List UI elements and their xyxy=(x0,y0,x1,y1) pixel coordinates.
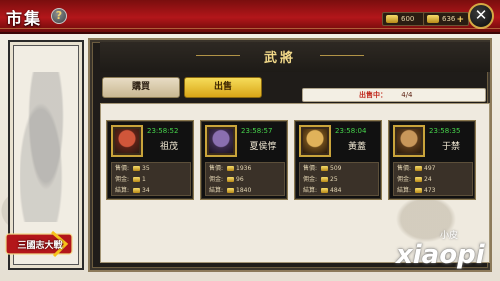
gold-icon xyxy=(386,15,398,23)
commission-label: 佣金: xyxy=(303,176,318,183)
top-bar: 市集 ? 600 636 + ✕ xyxy=(0,0,500,34)
general-card[interactable]: 23:58:57 夏侯惇 售價: 1936 佣金: 96 結算: 1840 xyxy=(200,120,288,200)
gold-icon xyxy=(133,188,140,193)
add-currency-icon[interactable]: + xyxy=(456,14,464,26)
gold-amount: 600 xyxy=(401,15,415,23)
game-logo: 三國志大戰 xyxy=(4,230,76,258)
gold-icon xyxy=(415,177,422,182)
price-label: 售價: xyxy=(209,165,224,172)
gold-icon xyxy=(415,188,422,193)
general-card[interactable]: 23:58:35 于禁 售價: 497 佣金: 24 結算: 473 xyxy=(388,120,476,200)
gold-icon xyxy=(321,188,328,193)
gold-icon xyxy=(133,177,140,182)
ingot-icon xyxy=(427,15,439,23)
commission-value: 96 xyxy=(236,176,244,183)
general-name: 夏侯惇 xyxy=(249,142,277,152)
tab-buy[interactable]: 購買 xyxy=(102,77,180,98)
close-button[interactable]: ✕ xyxy=(468,3,494,29)
earnings-value: 34 xyxy=(142,187,150,194)
price-value: 1936 xyxy=(236,165,252,172)
price-value: 35 xyxy=(142,165,150,172)
tab-selling[interactable]: 出售 xyxy=(184,77,262,98)
price-value: 497 xyxy=(424,165,436,172)
general-timer: 23:58:52 xyxy=(147,127,179,135)
general-stats: 售價: 35 佣金: 1 結算: 34 xyxy=(111,162,191,196)
selling-count-label: 出售中： xyxy=(359,91,387,99)
commission-value: 25 xyxy=(330,176,338,183)
price-label: 售價: xyxy=(115,165,130,172)
ingot-currency: 636 + xyxy=(423,12,469,26)
general-card[interactable]: 23:58:52 祖茂 售價: 35 佣金: 1 結算: 34 xyxy=(106,120,194,200)
title-ornament-right xyxy=(320,55,364,56)
earnings-label: 結算: xyxy=(303,187,318,194)
panel-title: 武將 xyxy=(263,51,296,66)
commission-label: 佣金: xyxy=(209,176,224,183)
ink-cloud-decoration xyxy=(20,72,72,222)
title-ornament-left xyxy=(196,55,240,56)
gold-icon xyxy=(227,166,234,171)
selling-count-value: 4/4 xyxy=(401,91,413,99)
general-name: 于禁 xyxy=(441,142,460,152)
earnings-value: 1840 xyxy=(236,187,252,194)
commission-value: 1 xyxy=(142,176,146,183)
general-portrait xyxy=(111,125,143,157)
general-portrait xyxy=(299,125,331,157)
gold-icon xyxy=(415,166,422,171)
gold-icon xyxy=(321,166,328,171)
page-title: 市集 xyxy=(6,9,43,28)
help-icon[interactable]: ? xyxy=(51,8,67,24)
general-card[interactable]: 23:58:04 黃蓋 售價: 509 佣金: 25 結算: 484 xyxy=(294,120,382,200)
price-label: 售價: xyxy=(397,165,412,172)
general-timer: 23:58:57 xyxy=(241,127,273,135)
gold-icon xyxy=(227,188,234,193)
price-value: 509 xyxy=(330,165,342,172)
gold-icon xyxy=(321,177,328,182)
general-name: 黃蓋 xyxy=(347,142,366,152)
general-stats: 售價: 509 佣金: 25 結算: 484 xyxy=(299,162,379,196)
earnings-value: 473 xyxy=(424,187,436,194)
general-stats: 售價: 497 佣金: 24 結算: 473 xyxy=(393,162,473,196)
site-watermark: 小皮 xiaopi xyxy=(392,228,500,281)
commission-label: 佣金: xyxy=(397,176,412,183)
commission-value: 24 xyxy=(424,176,432,183)
earnings-value: 484 xyxy=(330,187,342,194)
earnings-label: 結算: xyxy=(397,187,412,194)
general-timer: 23:58:04 xyxy=(335,127,367,135)
watermark-logo-text: xiaopi xyxy=(396,240,485,270)
logo-text: 三國志大戰 xyxy=(17,240,63,251)
selling-count: 出售中： 4/4 xyxy=(302,88,486,102)
gold-icon xyxy=(227,177,234,182)
general-name: 祖茂 xyxy=(159,142,178,152)
ingot-amount: 636 xyxy=(442,15,456,23)
commission-label: 佣金: xyxy=(115,176,130,183)
general-timer: 23:58:35 xyxy=(429,127,461,135)
price-label: 售價: xyxy=(303,165,318,172)
general-stats: 售價: 1936 佣金: 96 結算: 1840 xyxy=(205,162,285,196)
earnings-label: 結算: xyxy=(209,187,224,194)
earnings-label: 結算: xyxy=(115,187,130,194)
gold-icon xyxy=(133,166,140,171)
general-portrait xyxy=(393,125,425,157)
general-portrait xyxy=(205,125,237,157)
